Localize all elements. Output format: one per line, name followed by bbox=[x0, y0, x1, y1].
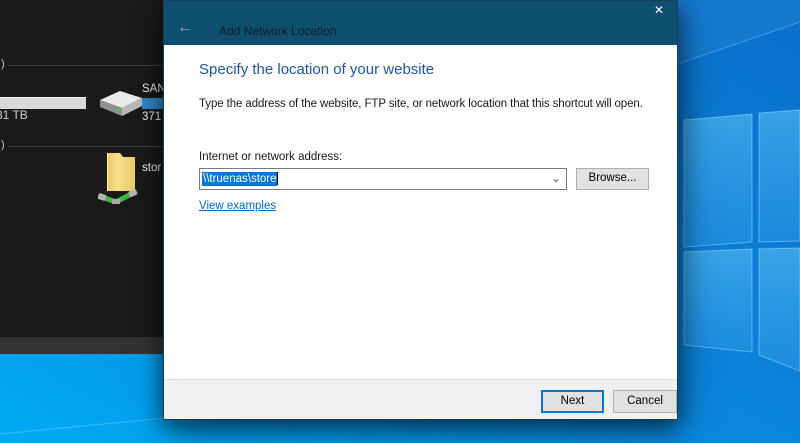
group-header-text: ) bbox=[1, 139, 5, 151]
view-examples-link[interactable]: View examples bbox=[199, 200, 276, 212]
group-header-text: ) bbox=[1, 58, 5, 70]
hard-drive-icon bbox=[99, 85, 143, 125]
address-value: \\truenas\store bbox=[202, 171, 278, 187]
capacity-text: 81 TB bbox=[0, 108, 28, 122]
network-folder-label: stor bbox=[142, 162, 161, 174]
text-caret bbox=[277, 172, 278, 185]
capacity-text: 371 bbox=[142, 111, 161, 123]
group-divider bbox=[9, 65, 163, 66]
cancel-button[interactable]: Cancel bbox=[613, 390, 677, 413]
close-icon[interactable]: ✕ bbox=[647, 2, 671, 20]
network-folder-icon bbox=[98, 150, 142, 204]
drive-label: SAN bbox=[142, 83, 163, 95]
browse-button[interactable]: Browse... bbox=[576, 168, 649, 190]
explorer-status-bar bbox=[0, 337, 163, 354]
page-heading: Specify the location of your website bbox=[199, 61, 434, 78]
page-description: Type the address of the website, FTP sit… bbox=[199, 98, 643, 110]
explorer-group-header: ) bbox=[0, 61, 163, 75]
address-combobox[interactable]: \\truenas\store ⌄ bbox=[199, 168, 567, 190]
address-field-label: Internet or network address: bbox=[199, 151, 342, 163]
dialog-title: Add Network Location bbox=[219, 24, 336, 38]
dialog-content: Specify the location of your website Typ… bbox=[164, 45, 677, 380]
chevron-down-icon[interactable]: ⌄ bbox=[551, 171, 561, 185]
dialog-titlebar: ✕ ← Add Network Location bbox=[164, 1, 677, 45]
selected-text: \\truenas\store bbox=[202, 172, 277, 186]
group-divider bbox=[9, 146, 163, 147]
add-network-location-dialog: ✕ ← Add Network Location Specify the loc… bbox=[163, 0, 678, 420]
back-arrow-icon[interactable]: ← bbox=[173, 20, 197, 38]
file-explorer-window: ) 81 TB SAN 371 ) bbox=[0, 0, 163, 354]
capacity-bar bbox=[142, 98, 163, 109]
dialog-footer: Next Cancel bbox=[164, 379, 677, 419]
next-button[interactable]: Next bbox=[541, 390, 604, 413]
